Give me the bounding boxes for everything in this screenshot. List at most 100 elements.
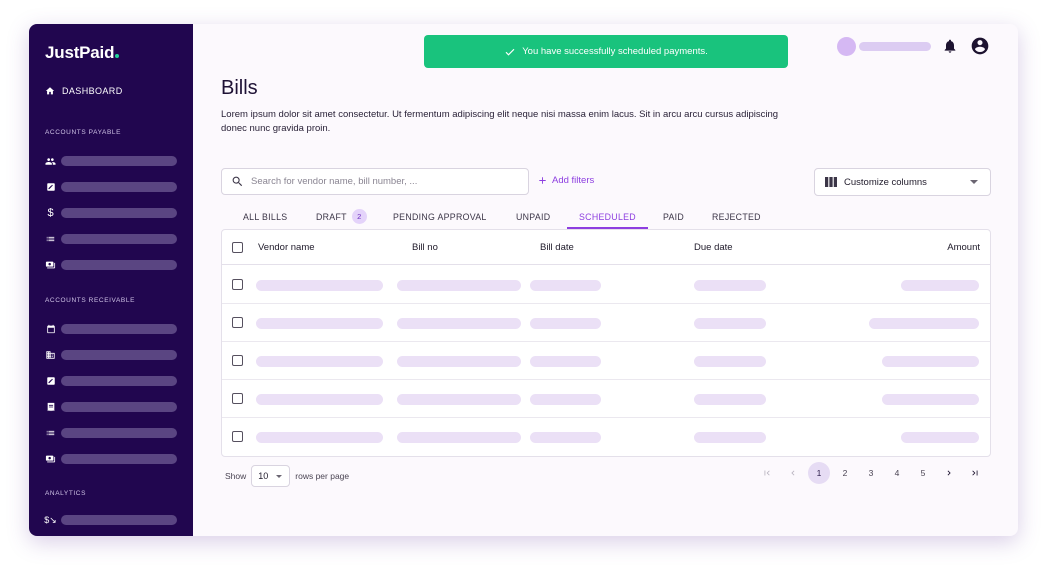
page-button-4[interactable]: 4 xyxy=(886,462,908,484)
table-row[interactable] xyxy=(222,342,990,380)
page-button-2[interactable]: 2 xyxy=(834,462,856,484)
plus-icon xyxy=(539,177,546,184)
chevron-down-icon xyxy=(970,180,978,184)
page-button-5[interactable]: 5 xyxy=(912,462,934,484)
nav-placeholder-bar xyxy=(61,402,177,412)
skeleton-bill-no xyxy=(397,356,521,367)
tab-label: PAID xyxy=(663,211,685,222)
bell-icon[interactable] xyxy=(942,38,958,54)
tab-label: DRAFT xyxy=(316,211,347,222)
nav-placeholder-bar xyxy=(61,454,177,464)
show-label: Show xyxy=(225,471,247,481)
sidebar-item-receivable-5[interactable] xyxy=(45,426,177,440)
chevron-down-icon xyxy=(276,475,283,478)
add-filters-label: Add filters xyxy=(552,175,595,186)
sidebar-item-payable-2[interactable] xyxy=(45,180,177,194)
app-window: JustPaid DASHBOARD ACCOUNTS PAYABLE $ AC… xyxy=(29,24,1018,536)
tab-scheduled[interactable]: SCHEDULED xyxy=(567,204,648,229)
page-button-3[interactable]: 3 xyxy=(860,462,882,484)
users-icon xyxy=(45,156,56,167)
rows-per-page-value: 10 xyxy=(258,471,269,481)
sidebar-item-payable-3[interactable]: $ xyxy=(45,206,177,220)
table-row[interactable] xyxy=(222,380,990,418)
sidebar-item-analytics-1[interactable]: $↘ xyxy=(44,513,177,527)
select-all-checkbox[interactable] xyxy=(232,242,243,253)
app-logo[interactable]: JustPaid xyxy=(45,43,120,63)
row-checkbox[interactable] xyxy=(232,431,243,442)
list-icon xyxy=(45,234,56,245)
search-input[interactable] xyxy=(251,176,511,187)
page-title: Bills xyxy=(221,77,258,99)
sidebar-item-receivable-2[interactable] xyxy=(45,348,177,362)
column-header-amount[interactable]: Amount xyxy=(947,242,980,253)
column-header-due-date[interactable]: Due date xyxy=(694,242,733,253)
customize-columns-dropdown[interactable]: Customize columns xyxy=(814,168,991,196)
sidebar-item-receivable-1[interactable] xyxy=(45,322,177,336)
column-header-bill-date[interactable]: Bill date xyxy=(540,242,574,253)
money-icon xyxy=(45,260,56,271)
row-checkbox[interactable] xyxy=(232,279,243,290)
skeleton-bill-no xyxy=(397,280,521,291)
first-page-icon[interactable] xyxy=(756,462,778,484)
table-row[interactable] xyxy=(222,304,990,342)
skeleton-bill-no xyxy=(397,318,521,329)
skeleton-vendor xyxy=(256,432,383,443)
rows-per-page-label: rows per page xyxy=(295,471,350,481)
user-name-placeholder[interactable] xyxy=(859,42,931,51)
next-page-icon[interactable] xyxy=(938,462,960,484)
skeleton-bill-date xyxy=(530,318,601,329)
sidebar-item-receivable-6[interactable] xyxy=(45,452,177,466)
skeleton-amount xyxy=(901,280,979,291)
page-button-1[interactable]: 1 xyxy=(808,462,830,484)
tab-unpaid[interactable]: UNPAID xyxy=(516,204,550,229)
row-checkbox[interactable] xyxy=(232,393,243,404)
sidebar-item-receivable-4[interactable] xyxy=(45,400,177,414)
skeleton-amount xyxy=(869,318,979,329)
sidebar-item-payable-5[interactable] xyxy=(45,258,177,272)
rows-per-page-select[interactable]: 10 xyxy=(251,465,291,487)
skeleton-vendor xyxy=(256,318,383,329)
nav-placeholder-bar xyxy=(61,428,177,438)
sidebar-item-dashboard[interactable]: DASHBOARD xyxy=(45,86,123,96)
nav-placeholder-bar xyxy=(61,156,177,166)
skeleton-due-date xyxy=(694,394,766,405)
skeleton-vendor xyxy=(256,394,383,405)
tab-all-bills[interactable]: ALL BILLS xyxy=(243,204,287,229)
receipt-icon xyxy=(45,402,56,413)
column-header-vendor-name[interactable]: Vendor name xyxy=(258,242,315,253)
tab-draft[interactable]: DRAFT 2 xyxy=(316,204,367,229)
tab-label: SCHEDULED xyxy=(579,211,636,222)
nav-placeholder-bar xyxy=(61,208,177,218)
account-circle-icon[interactable] xyxy=(970,36,990,56)
sidebar-item-label: DASHBOARD xyxy=(62,86,123,96)
row-checkbox[interactable] xyxy=(232,355,243,366)
tab-pending-approval[interactable]: PENDING APPROVAL xyxy=(393,204,487,229)
add-filters-button[interactable]: Add filters xyxy=(537,175,594,186)
skeleton-due-date xyxy=(694,280,766,291)
sidebar-item-payable-1[interactable] xyxy=(45,154,177,168)
skeleton-due-date xyxy=(694,318,766,329)
nav-placeholder-bar xyxy=(61,376,177,386)
row-checkbox[interactable] xyxy=(232,317,243,328)
last-page-icon[interactable] xyxy=(964,462,986,484)
avatar[interactable] xyxy=(837,37,856,56)
nav-placeholder-bar xyxy=(61,324,177,334)
search-box[interactable] xyxy=(221,168,529,195)
columns-icon xyxy=(825,177,837,187)
table-row[interactable] xyxy=(222,266,990,304)
nav-placeholder-bar xyxy=(61,182,177,192)
search-icon xyxy=(232,176,243,187)
previous-page-icon[interactable] xyxy=(782,462,804,484)
tab-paid[interactable]: PAID xyxy=(663,204,684,229)
skeleton-bill-no xyxy=(397,394,521,405)
logo-dot xyxy=(115,54,120,58)
sidebar-item-payable-4[interactable] xyxy=(45,232,177,246)
table-header: Vendor name Bill no Bill date Due date A… xyxy=(222,230,990,265)
table-row[interactable] xyxy=(222,418,990,456)
column-header-bill-no[interactable]: Bill no xyxy=(412,242,438,253)
section-label-accounts-receivable: ACCOUNTS RECEIVABLE xyxy=(45,297,136,304)
section-label-accounts-payable: ACCOUNTS PAYABLE xyxy=(45,129,122,136)
tab-rejected[interactable]: REJECTED xyxy=(712,204,761,229)
tab-label: REJECTED xyxy=(712,211,761,222)
sidebar-item-receivable-3[interactable] xyxy=(45,374,177,388)
